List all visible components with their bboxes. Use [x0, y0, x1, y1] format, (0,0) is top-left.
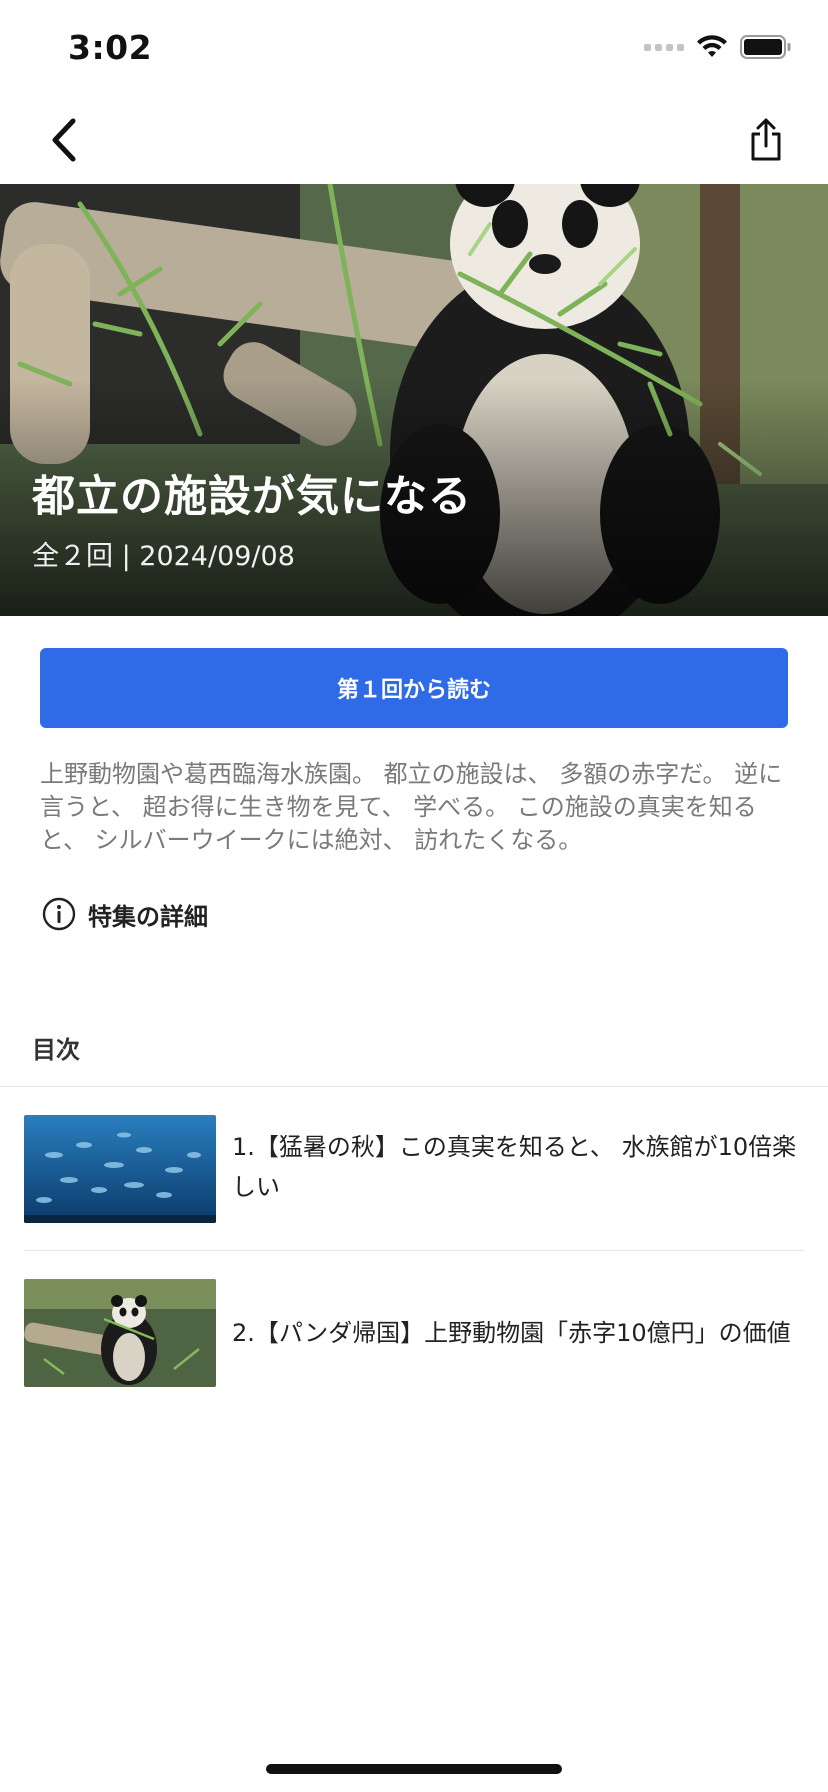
wifi-icon: [697, 35, 727, 57]
read-from-first-button[interactable]: 第１回から読む: [40, 648, 788, 728]
status-time: 3:02: [68, 28, 153, 67]
nav-bar: [0, 96, 828, 184]
feature-details-label: 特集の詳細: [88, 902, 208, 931]
toc-list: 1.【猛暑の秋】この真実を知ると、 水族館が10倍楽しい 2.【パンダ帰国】上野…: [0, 1087, 828, 1415]
feature-title: 都立の施設が気になる: [32, 472, 472, 522]
toc-item[interactable]: 2.【パンダ帰国】上野動物園「赤字10億円」の価値: [0, 1251, 828, 1415]
share-button[interactable]: [740, 114, 792, 166]
home-indicator: [266, 1764, 562, 1774]
status-icons: [644, 34, 792, 60]
feature-description: 上野動物園や葛西臨海水族園。 都立の施設は、 多額の赤字だ。 逆に言うと、 超お…: [40, 760, 783, 854]
chevron-left-icon: [52, 118, 76, 162]
toc-item-title: 2.【パンダ帰国】上野動物園「赤字10億円」の価値: [232, 1319, 791, 1347]
hero-banner: 都立の施設が気になる 全２回 | 2024/09/08: [0, 184, 828, 616]
info-icon: [42, 897, 76, 931]
toc-item-title: 1.【猛暑の秋】この真実を知ると、 水族館が10倍楽しい: [232, 1133, 797, 1201]
status-bar: 3:02: [0, 0, 828, 96]
toc-item[interactable]: 1.【猛暑の秋】この真実を知ると、 水族館が10倍楽しい: [0, 1087, 828, 1251]
back-button[interactable]: [40, 116, 88, 164]
cellular-signal-icon: [644, 43, 684, 51]
battery-icon: [740, 35, 791, 59]
panda-thumbnail: [24, 1279, 216, 1387]
toc-heading: 目次: [32, 1036, 80, 1064]
feature-details-link[interactable]: 特集の詳細: [42, 894, 208, 934]
share-icon: [751, 118, 781, 161]
aquarium-fish-thumbnail: [24, 1115, 216, 1223]
feature-meta: 全２回 | 2024/09/08: [32, 541, 295, 572]
